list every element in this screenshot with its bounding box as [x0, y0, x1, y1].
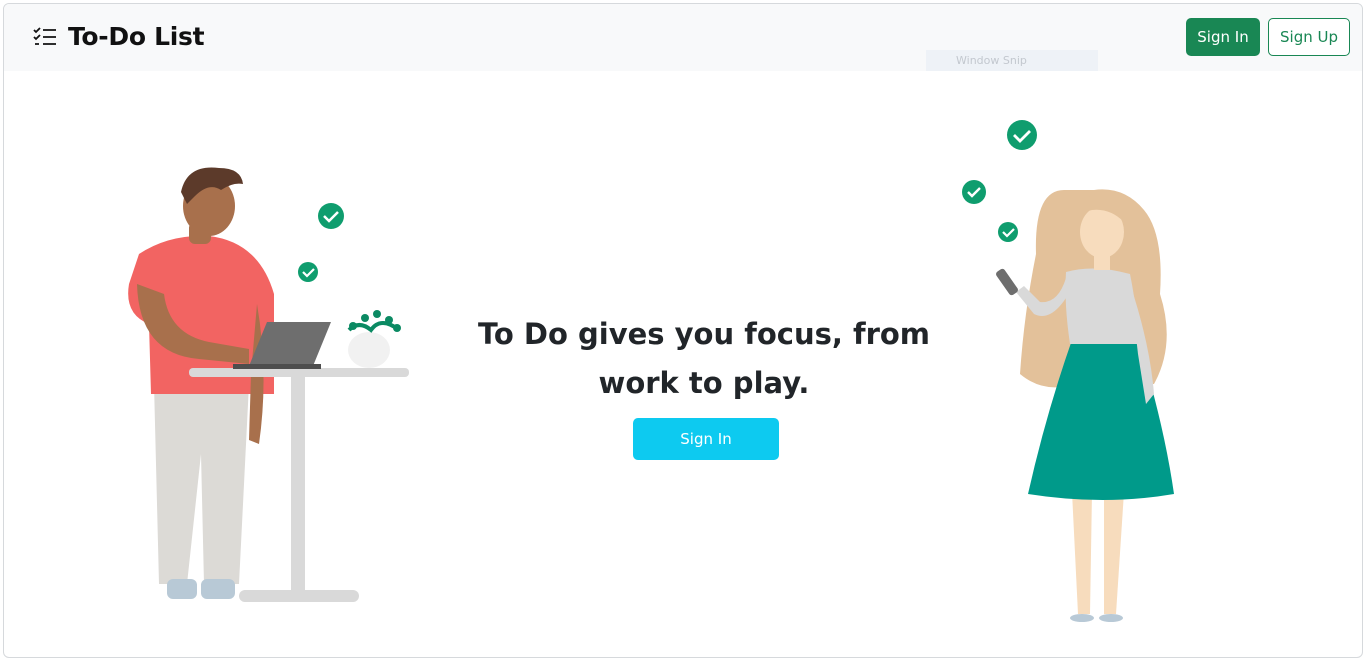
check-circle-icon — [962, 180, 986, 204]
nav-sign-up-button[interactable]: Sign Up — [1268, 18, 1350, 56]
window-snip-overlay: Window Snip — [926, 50, 1098, 71]
hero-sign-in-button[interactable]: Sign In — [633, 418, 779, 460]
checklist-icon — [33, 26, 56, 45]
app-window: To-Do List Sign In Sign Up Window Snip T… — [3, 3, 1363, 658]
brand-title: To-Do List — [68, 22, 205, 51]
check-circle-icon — [998, 222, 1018, 242]
woman-with-phone-illustration — [962, 120, 1174, 622]
nav-sign-in-button[interactable]: Sign In — [1186, 18, 1260, 56]
check-circle-icon — [318, 203, 344, 229]
brand[interactable]: To-Do List — [32, 22, 205, 51]
man-with-laptop-illustration — [128, 167, 409, 602]
navbar: To-Do List Sign In Sign Up — [4, 4, 1362, 71]
hero-heading: To Do gives you focus, from work to play… — [477, 317, 931, 400]
check-circle-icon — [298, 262, 318, 282]
check-circle-icon — [1007, 120, 1037, 150]
